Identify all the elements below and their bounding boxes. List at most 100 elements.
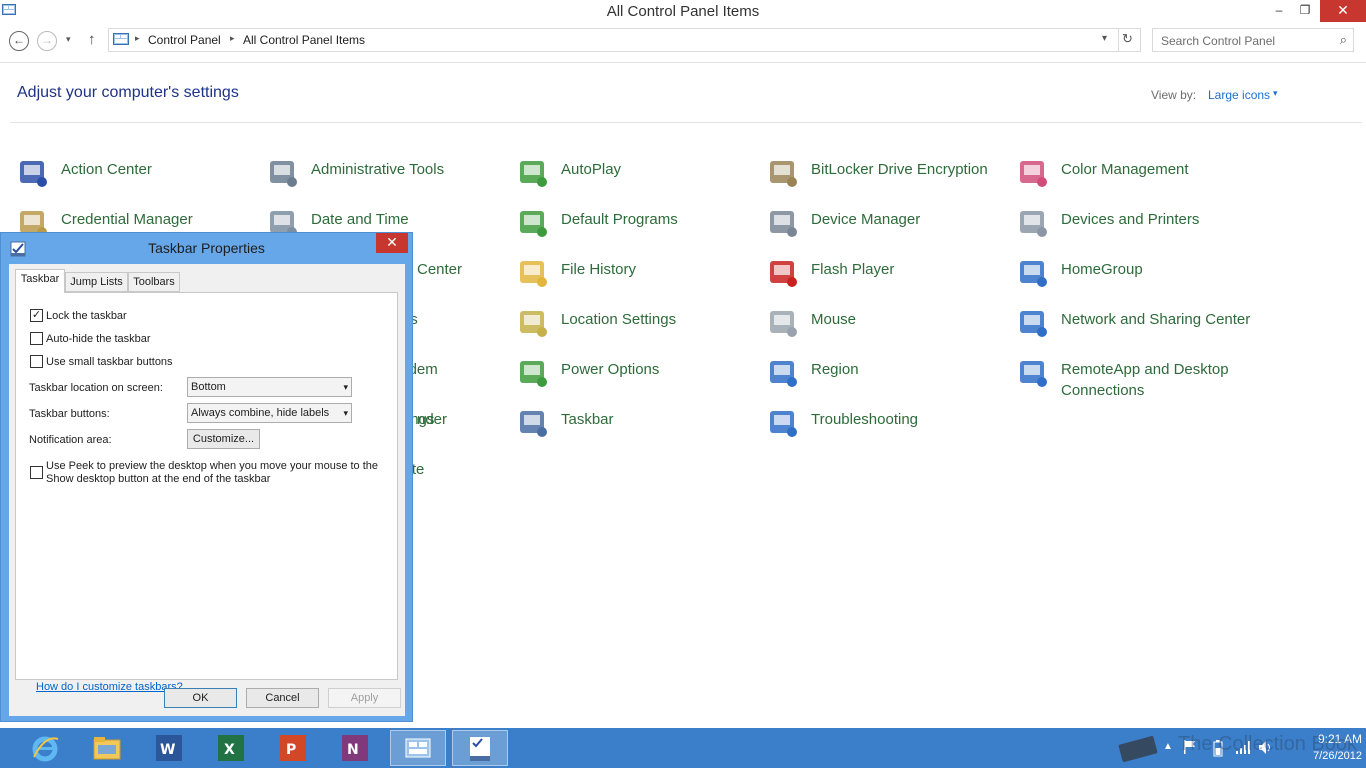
taskbar-buttons-value: Always combine, hide labels (191, 407, 330, 419)
internet-explorer-icon (32, 736, 59, 762)
customize-button[interactable]: Customize... (187, 429, 260, 449)
apply-button[interactable]: Apply (328, 688, 401, 708)
cp-item-network-and-sharing-center[interactable]: Network and Sharing Center (1017, 307, 1262, 351)
onenote-button[interactable]: N (328, 730, 384, 766)
search-input[interactable]: Search Control Panel (1161, 34, 1275, 48)
cp-item-device-manager[interactable]: Device Manager (767, 207, 1012, 251)
keyboard-icon[interactable] (1118, 734, 1160, 762)
cp-item-label[interactable]: Date and Time (311, 209, 511, 230)
cp-item-nder[interactable]: nder (377, 407, 622, 451)
minimize-button[interactable]: – (1268, 0, 1290, 22)
cp-item-label[interactable]: BitLocker Drive Encryption (811, 159, 1011, 180)
cp-item-action-center[interactable]: Action Center (17, 157, 262, 201)
cp-item-color-management[interactable]: Color Management (1017, 157, 1262, 201)
address-dropdown-button[interactable]: ▾ (1102, 33, 1107, 44)
cp-item-region[interactable]: Region (767, 357, 1012, 401)
cp-item-label[interactable]: AutoPlay (561, 159, 761, 180)
cp-item-power-options[interactable]: Power Options (517, 357, 762, 401)
dialog-title-bar: Taskbar Properties ✕ (1, 233, 412, 263)
cp-item-label[interactable]: Network and Sharing Center (1061, 309, 1261, 330)
cp-item-label[interactable]: Action Center (61, 159, 261, 180)
cp-item-flash-player[interactable]: Flash Player (767, 257, 1012, 301)
control-panel-button[interactable] (390, 730, 446, 766)
printer-icon (1020, 211, 1047, 237)
admin-tools-icon (270, 161, 297, 187)
cp-item-label[interactable]: Power Options (561, 359, 761, 380)
chevron-down-icon[interactable]: ▾ (1273, 88, 1278, 99)
small-buttons-checkbox[interactable] (30, 355, 43, 368)
location-icon (520, 311, 547, 337)
close-button[interactable]: ✕ (1320, 0, 1366, 22)
cp-item-label[interactable]: Credential Manager (61, 209, 261, 230)
cancel-button[interactable]: Cancel (246, 688, 319, 708)
breadcrumb-all-items[interactable]: All Control Panel Items (243, 33, 365, 47)
breadcrumb-control-panel[interactable]: Control Panel (148, 33, 221, 47)
cp-item-homegroup[interactable]: HomeGroup (1017, 257, 1262, 301)
cp-item-label[interactable]: Color Management (1061, 159, 1261, 180)
help-link[interactable]: How do I customize taskbars? (36, 681, 183, 693)
tab-toolbars[interactable]: Toolbars (128, 272, 180, 292)
cp-item-label[interactable]: nder (417, 409, 617, 430)
auto-hide-label: Auto-hide the taskbar (46, 333, 151, 345)
onenote-icon: N (342, 735, 368, 761)
show-hidden-icons-button[interactable]: ▲ (1163, 741, 1173, 752)
search-icon[interactable]: ⌕ (1340, 32, 1347, 48)
cp-item-troubleshooting[interactable]: Troubleshooting (767, 407, 1012, 451)
tab-jump-lists[interactable]: Jump Lists (65, 272, 128, 292)
back-button[interactable]: ← (9, 31, 29, 51)
peek-checkbox[interactable] (30, 466, 43, 479)
cp-item-label[interactable]: Devices and Printers (1061, 209, 1261, 230)
cp-item-label[interactable]: Flash Player (811, 259, 1011, 280)
taskbar-buttons-select[interactable]: Always combine, hide labels ▾ (187, 403, 352, 423)
lock-taskbar-checkbox[interactable]: ✓ (30, 309, 43, 322)
address-bar[interactable]: ▸ Control Panel ▸ All Control Panel Item… (108, 28, 1141, 52)
internet-explorer-button[interactable] (18, 730, 74, 766)
breadcrumb-separator[interactable]: ▸ (230, 33, 235, 44)
word-button[interactable]: W (142, 730, 198, 766)
cp-item-mouse[interactable]: Mouse (767, 307, 1012, 351)
cp-item-label[interactable]: Default Programs (561, 209, 761, 230)
file-explorer-button[interactable] (80, 730, 136, 766)
cp-item-file-history[interactable]: File History (517, 257, 762, 301)
cp-item-label[interactable]: File History (561, 259, 761, 280)
cp-item-label[interactable]: RemoteApp and Desktop Connections (1061, 359, 1261, 401)
maximize-button[interactable]: ❐ (1294, 0, 1316, 22)
breadcrumb-separator[interactable]: ▸ (135, 33, 140, 44)
cp-item-autoplay[interactable]: AutoPlay (517, 157, 762, 201)
cp-item-label[interactable]: Mouse (811, 309, 1011, 330)
cp-item-bitlocker-drive-encryption[interactable]: BitLocker Drive Encryption (767, 157, 1012, 201)
auto-hide-checkbox[interactable] (30, 332, 43, 345)
remoteapp-icon (1020, 361, 1047, 387)
cp-item-location-settings[interactable]: Location Settings (517, 307, 762, 351)
dialog-close-button[interactable]: ✕ (376, 233, 408, 253)
view-by-dropdown[interactable]: Large icons (1208, 88, 1270, 102)
cp-item-label[interactable]: Administrative Tools (311, 159, 511, 180)
up-button[interactable]: ↑ (88, 31, 96, 48)
tab-taskbar[interactable]: Taskbar (15, 269, 65, 293)
search-box[interactable]: Search Control Panel ⌕ (1152, 28, 1354, 52)
cp-item-label[interactable]: Region (811, 359, 1011, 380)
location-select[interactable]: Bottom ▾ (187, 377, 352, 397)
cp-item-label[interactable]: Location Settings (561, 309, 761, 330)
cp-item-label[interactable]: HomeGroup (1061, 259, 1261, 280)
excel-button[interactable]: X (204, 730, 260, 766)
divider (0, 62, 1366, 63)
peek-label: Use Peek to preview the desktop when you… (46, 460, 378, 486)
cp-item-label[interactable]: Troubleshooting (811, 409, 1011, 430)
chevron-down-icon: ▾ (343, 382, 348, 392)
watermark: The Collection Book (1178, 733, 1357, 755)
cp-item-administrative-tools[interactable]: Administrative Tools (267, 157, 512, 201)
cp-item-devices-and-printers[interactable]: Devices and Printers (1017, 207, 1262, 251)
svg-text:W: W (160, 742, 175, 758)
cp-item-label[interactable]: Device Manager (811, 209, 1011, 230)
taskbar-properties-button[interactable] (452, 730, 508, 766)
cp-item-remoteapp-and-desktop-connections[interactable]: RemoteApp and Desktop Connections (1017, 357, 1262, 401)
notification-area-label: Notification area: (29, 434, 112, 446)
recent-locations-button[interactable]: ▾ (66, 34, 71, 45)
refresh-button[interactable]: ↻ (1122, 31, 1133, 47)
ok-button[interactable]: OK (164, 688, 237, 708)
region-icon (770, 361, 797, 387)
powerpoint-button[interactable]: P (266, 730, 322, 766)
cp-item-default-programs[interactable]: Default Programs (517, 207, 762, 251)
forward-button[interactable]: → (37, 31, 57, 51)
